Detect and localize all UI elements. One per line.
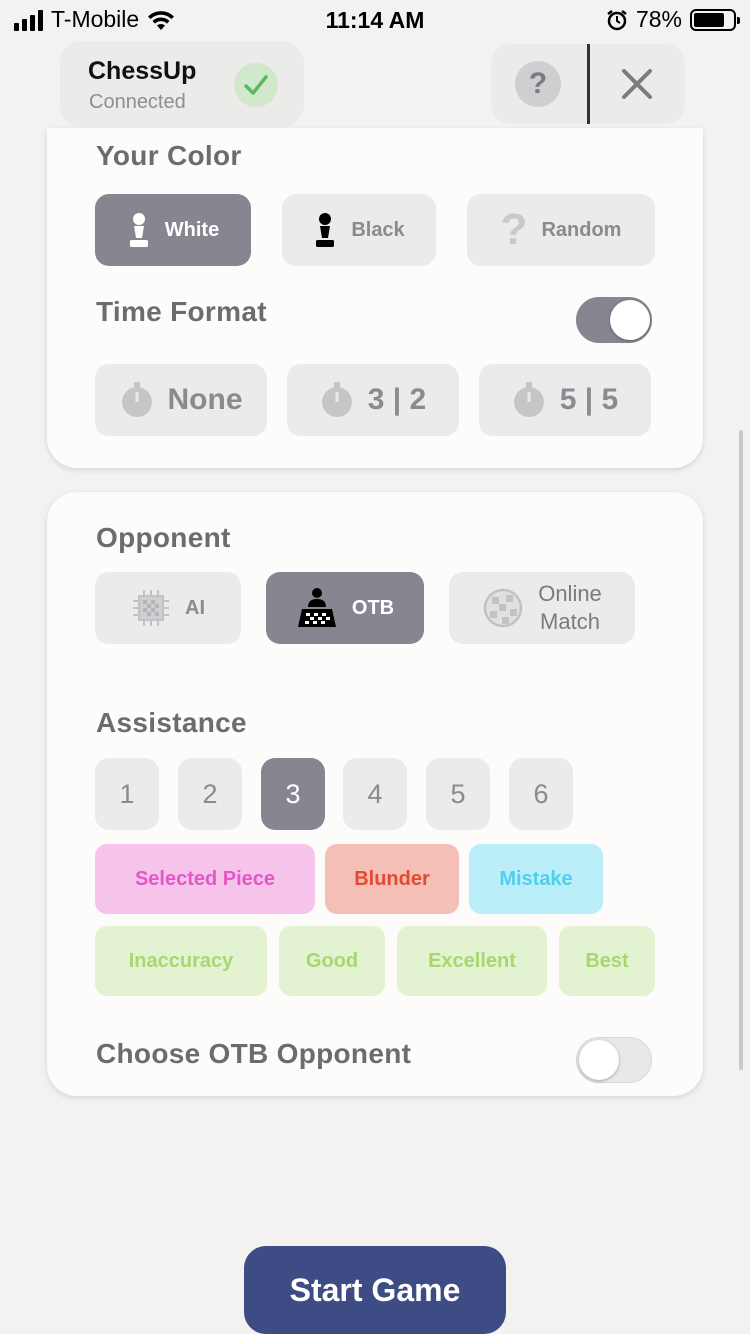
alarm-icon: [607, 9, 627, 30]
assistance-level-2[interactable]: 2: [178, 758, 242, 830]
assistance-level-4[interactable]: 4: [343, 758, 407, 830]
black-pawn-icon: [316, 213, 335, 247]
tag-excellent: Excellent: [397, 926, 547, 996]
assistance-title: Assistance: [96, 707, 247, 738]
your-color-title: Your Color: [96, 140, 242, 171]
color-option-black[interactable]: Black: [282, 194, 436, 266]
globe-icon: [483, 588, 523, 628]
opponent-option-label-line1: Online: [538, 581, 602, 606]
color-option-label: Black: [351, 218, 405, 241]
time-option-label: None: [167, 383, 243, 416]
time-option-none[interactable]: None: [95, 364, 267, 436]
header-divider: [587, 44, 590, 124]
time-option-3-2[interactable]: 3 | 2: [287, 364, 459, 436]
chip-icon: [133, 590, 169, 626]
color-option-label: White: [164, 218, 220, 241]
color-option-white[interactable]: White: [95, 194, 251, 266]
device-status: Connected: [89, 91, 186, 113]
otb-opponent-toggle[interactable]: [576, 1037, 652, 1083]
tag-selected-piece: Selected Piece: [95, 844, 315, 914]
white-pawn-icon: [129, 213, 148, 247]
battery-percent: 78%: [635, 6, 682, 32]
stopwatch-icon: [321, 382, 352, 417]
opponent-option-label: AI: [185, 596, 205, 619]
assistance-level-5[interactable]: 5: [426, 758, 490, 830]
otb-opponent-title: Choose OTB Opponent: [96, 1038, 412, 1069]
start-game-button[interactable]: Start Game: [244, 1246, 506, 1334]
opponent-option-ai[interactable]: AI: [95, 572, 241, 644]
tag-inaccuracy: Inaccuracy: [95, 926, 267, 996]
toggle-knob: [610, 300, 650, 340]
game-settings-card: Your Color White Black ? Random Time For…: [47, 128, 703, 468]
stopwatch-icon: [513, 382, 544, 417]
status-bar: T-Mobile 11:14 AM 78%: [0, 0, 750, 40]
battery-icon: [690, 8, 740, 31]
status-right: 78%: [606, 6, 740, 33]
toggle-knob: [579, 1040, 619, 1080]
color-option-random[interactable]: ? Random: [467, 194, 655, 266]
opponent-title: Opponent: [96, 522, 231, 553]
tag-mistake: Mistake: [469, 844, 603, 914]
opponent-option-label: OTB: [351, 596, 395, 619]
assistance-level-3[interactable]: 3: [261, 758, 325, 830]
time-format-title: Time Format: [96, 296, 267, 327]
opponent-option-label: Online Match: [538, 580, 602, 636]
time-format-toggle[interactable]: [576, 297, 652, 343]
opponent-option-otb[interactable]: OTB: [266, 572, 424, 644]
close-button[interactable]: [611, 62, 663, 106]
device-connection-pill[interactable]: ChessUp Connected: [60, 41, 304, 127]
help-button[interactable]: ?: [515, 61, 561, 107]
tag-good: Good: [279, 926, 385, 996]
time-option-label: 3 | 2: [367, 383, 427, 416]
chessboard-player-icon: [297, 588, 336, 627]
close-icon: [622, 69, 652, 99]
time-option-5-5[interactable]: 5 | 5: [479, 364, 651, 436]
stopwatch-icon: [121, 382, 152, 417]
opponent-option-online[interactable]: Online Match: [449, 572, 635, 644]
tag-blunder: Blunder: [325, 844, 459, 914]
check-icon: [234, 63, 278, 107]
question-icon: ?: [500, 205, 528, 254]
header-actions: ?: [491, 44, 685, 124]
scroll-indicator[interactable]: [739, 430, 743, 1070]
assistance-level-1[interactable]: 1: [95, 758, 159, 830]
tag-best: Best: [559, 926, 655, 996]
assistance-level-6[interactable]: 6: [509, 758, 573, 830]
opponent-option-label-line2: Match: [540, 609, 600, 634]
color-option-label: Random: [541, 218, 622, 241]
opponent-settings-card: Opponent AI OTB Online Match Assistance: [47, 492, 703, 1096]
device-name: ChessUp: [88, 57, 197, 85]
time-option-label: 5 | 5: [559, 383, 619, 416]
